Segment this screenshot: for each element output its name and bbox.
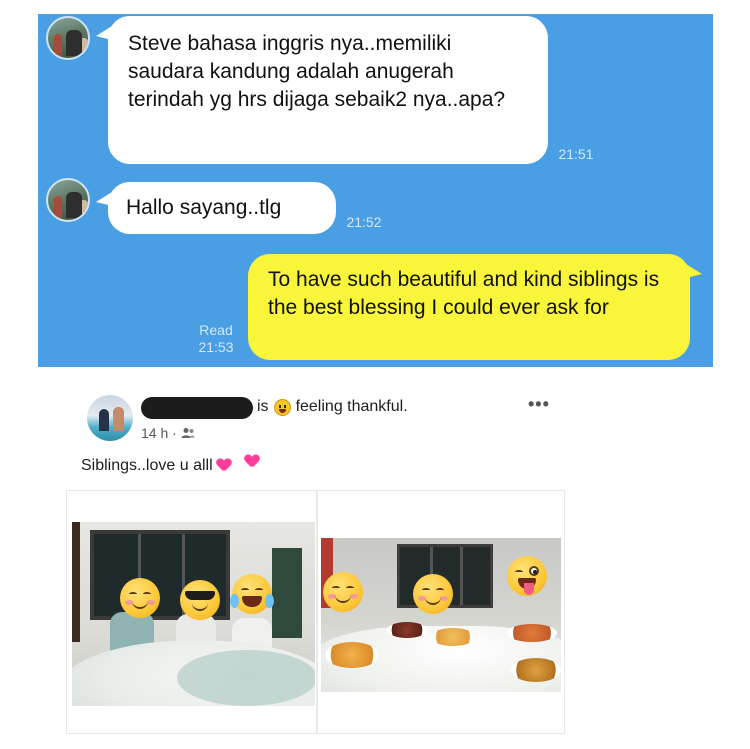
feeling-text[interactable]: feeling thankful. — [296, 398, 408, 416]
post-header: is feeling thankful. — [257, 398, 408, 416]
post-time[interactable]: 14 h · — [141, 425, 177, 441]
lazy-susan — [177, 650, 315, 706]
food-dish — [507, 624, 557, 642]
food-dish — [431, 628, 475, 646]
two-hearts-icon — [217, 459, 231, 473]
read-status: Read — [199, 322, 233, 338]
food-dish — [325, 642, 379, 668]
door — [272, 548, 302, 638]
outgoing-message-bubble[interactable]: To have such beautiful and kind siblings… — [248, 254, 702, 360]
contact-avatar[interactable] — [46, 178, 90, 222]
wall — [72, 522, 80, 642]
chat-panel: Steve bahasa inggris nya..memiliki sauda… — [38, 14, 713, 367]
sunglasses-face-icon — [180, 580, 220, 620]
post-meta: 14 h · — [141, 425, 195, 441]
friends-icon[interactable] — [181, 427, 195, 439]
smile-emoji-icon — [273, 398, 291, 416]
message-time: 21:51 — [558, 146, 594, 162]
food-dish — [511, 658, 561, 682]
more-options-button[interactable]: ••• — [528, 394, 550, 415]
profile-avatar[interactable] — [87, 395, 133, 441]
smiling-face-with-blush-icon — [120, 578, 160, 618]
redacted-name — [141, 397, 253, 419]
is-text: is — [257, 398, 269, 415]
smiling-face-with-blush-icon — [323, 572, 363, 612]
photo-1[interactable] — [72, 522, 315, 706]
message-text: Hallo sayang..tlg — [126, 196, 282, 219]
post-body-text: Siblings..love u alll — [81, 457, 213, 474]
smiling-face-with-blush-icon — [413, 574, 453, 614]
photo-2[interactable] — [321, 538, 561, 692]
incoming-message-bubble[interactable]: Hallo sayang..tlg — [96, 182, 336, 234]
contact-avatar[interactable] — [46, 16, 90, 60]
winking-tongue-face-icon — [507, 556, 547, 596]
message-text: Steve bahasa inggris nya..memiliki sauda… — [128, 32, 506, 111]
read-receipt: Read 21:53 — [188, 322, 244, 356]
incoming-message-bubble[interactable]: Steve bahasa inggris nya..memiliki sauda… — [96, 16, 548, 164]
tears-of-joy-face-icon — [230, 574, 274, 614]
message-text: To have such beautiful and kind siblings… — [268, 268, 660, 319]
two-hearts-icon — [245, 455, 259, 469]
message-time: 21:52 — [346, 214, 382, 230]
message-time: 21:53 — [198, 339, 234, 355]
food-dish — [387, 622, 427, 638]
post-body: Siblings..love u alll — [81, 457, 259, 475]
